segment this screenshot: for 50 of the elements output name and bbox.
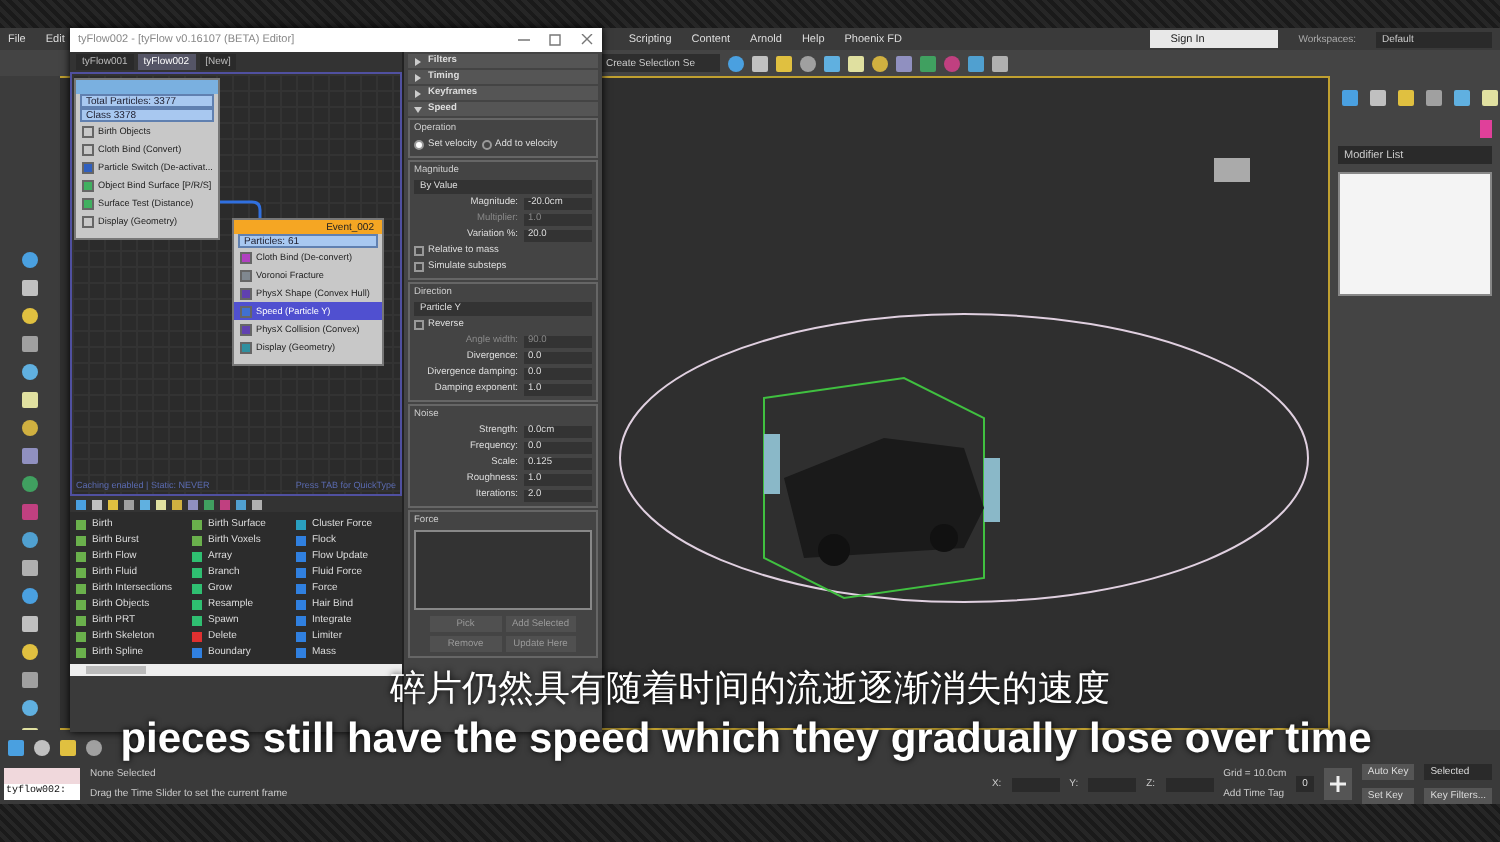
figure-statue [764,434,780,494]
plus-icon [1329,776,1346,792]
square-icon[interactable] [76,499,86,509]
circle-icon[interactable] [34,739,50,755]
square-icon[interactable] [776,55,792,71]
radio-button[interactable] [481,140,492,150]
color-swatch[interactable] [1480,120,1492,138]
circle-icon[interactable] [86,739,102,755]
force-list[interactable] [414,530,592,610]
radio-button[interactable] [414,140,424,150]
checkbox[interactable] [414,262,424,272]
subtitle-chinese: 碎片仍然具有随着时间的流逝逐渐消失的速度 [390,668,1110,712]
circle-icon[interactable] [22,420,38,436]
square-icon[interactable] [156,499,166,509]
circle-icon[interactable] [728,55,744,71]
circle-icon[interactable] [800,55,816,71]
square-icon[interactable] [992,55,1008,71]
square-icon[interactable] [188,499,198,509]
square-icon[interactable] [204,499,214,509]
checkbox[interactable] [414,246,424,256]
connector-wire [220,200,262,220]
circle-icon[interactable] [22,476,38,492]
circle-icon[interactable] [22,252,38,268]
square-icon[interactable] [752,55,768,71]
square-icon[interactable] [172,499,182,509]
figure-statue [984,458,1000,522]
circle-icon[interactable] [872,55,888,71]
node-header [76,80,218,94]
square-icon[interactable] [848,55,864,71]
circle-icon[interactable] [22,308,38,324]
add-key-button[interactable] [1323,768,1352,800]
circle-icon[interactable] [22,532,38,548]
circle-icon[interactable] [22,700,38,716]
square-icon[interactable] [236,499,246,509]
circle-icon[interactable] [22,588,38,604]
square-icon[interactable] [8,739,24,755]
node-canvas[interactable] [70,72,402,496]
square-icon[interactable] [92,499,102,509]
window-controls-icon[interactable] [514,34,594,46]
subtitle-english: pieces still have the speed which they gradually lose over time [120,716,1372,762]
circle-icon[interactable] [22,364,38,380]
modifier-stack[interactable] [1338,172,1492,296]
checkbox[interactable] [414,320,424,330]
square-icon[interactable] [124,499,134,509]
square-icon[interactable] [824,55,840,71]
square-icon[interactable] [60,739,76,755]
square-icon[interactable] [108,499,118,509]
circle-icon[interactable] [22,644,38,660]
square-icon[interactable] [140,499,150,509]
square-icon[interactable] [252,499,262,509]
